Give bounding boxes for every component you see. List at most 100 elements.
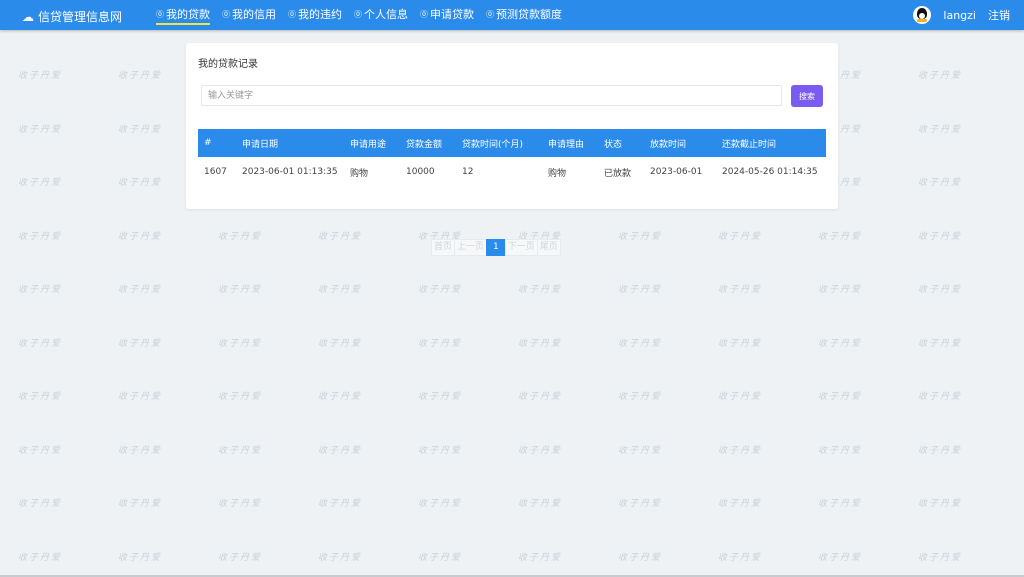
watermark-text: 收子丹爱 [218, 552, 263, 563]
next-page-button[interactable]: 下一页 [504, 239, 538, 256]
watermark-text: 收子丹爱 [718, 445, 763, 456]
nav-item-apply-loan[interactable]: ⓪ 申请贷款 [420, 0, 474, 30]
watermark-text: 收子丹爱 [218, 499, 263, 509]
watermark-text: 收子丹爱 [918, 71, 963, 81]
watermark-text: 收子丹爱 [118, 499, 163, 509]
top-navbar: ☁ 信贷管理信息网 ⓪ 我的贷款 ⓪ 我的信用 ⓪ 我的违约 ⓪ 个人信息 ⓪ 申请贷款 … [0, 0, 1024, 30]
watermark-text: 收子丹爱 [918, 552, 963, 563]
watermark-text: 收子丹爱 [618, 552, 663, 563]
watermark-text: 收子丹爱 [818, 499, 863, 509]
watermark-text: 收子丹爱 [118, 552, 163, 563]
watermark-text: 收子丹爱 [718, 231, 763, 242]
watermark-text: 收子丹爱 [18, 285, 63, 295]
table-cell: 2024-05-26 01:14:35 [722, 167, 818, 177]
watermark-text: 收子丹爱 [718, 392, 763, 402]
circle-icon: ⓪ [420, 10, 428, 19]
watermark-text: 收子丹爱 [318, 285, 363, 295]
watermark-text: 收子丹爱 [318, 231, 363, 242]
nav-item-profile[interactable]: ⓪ 个人信息 [354, 0, 408, 30]
col-header: # [198, 129, 236, 157]
watermark-text: 收子丹爱 [918, 231, 963, 242]
watermark-text: 收子丹爱 [418, 285, 463, 295]
watermark-text: 收子丹爱 [218, 392, 263, 402]
watermark-text: 收子丹爱 [118, 124, 163, 135]
nav-item-predict-limit[interactable]: ⓪ 预测贷款额度 [486, 0, 562, 30]
nav-item-my-defaults[interactable]: ⓪ 我的违约 [288, 0, 342, 30]
watermark-text: 收子丹爱 [818, 445, 863, 456]
watermark-text: 收子丹爱 [318, 552, 363, 563]
nav-item-my-credit[interactable]: ⓪ 我的信用 [222, 0, 276, 30]
watermark-text: 收子丹爱 [618, 392, 663, 402]
table-cell: 2023-06-01 01:13:35 [242, 167, 338, 177]
watermark-text: 收子丹爱 [418, 445, 463, 456]
watermark-text: 收子丹爱 [918, 445, 963, 456]
watermark-text: 收子丹爱 [18, 552, 63, 563]
watermark-text: 收子丹爱 [218, 338, 263, 349]
col-header: 申请理由 [542, 129, 598, 157]
circle-icon: ⓪ [486, 10, 494, 19]
watermark-text: 收子丹爱 [918, 392, 963, 402]
watermark-text: 收子丹爱 [118, 231, 163, 242]
watermark-text: 收子丹爱 [218, 231, 263, 242]
user-area: langzi 注销 [913, 0, 1010, 30]
table-row: 1607 2023-06-01 01:13:35 购物 10000 12 购物 … [198, 157, 826, 187]
circle-icon: ⓪ [354, 10, 362, 19]
watermark-text: 收子丹爱 [518, 445, 563, 456]
watermark-text: 收子丹爱 [318, 392, 363, 402]
current-page[interactable]: 1 [486, 239, 506, 256]
watermark-text: 收子丹爱 [718, 499, 763, 509]
prev-page-button[interactable]: 上一页 [454, 239, 488, 256]
table-cell: 1607 [204, 167, 227, 177]
watermark-text: 收子丹爱 [618, 231, 663, 242]
watermark-text: 收子丹爱 [18, 231, 63, 242]
table-cell: 购物 [548, 168, 567, 179]
watermark-text: 收子丹爱 [818, 552, 863, 563]
watermark-text: 收子丹爱 [818, 285, 863, 295]
watermark-text: 收子丹爱 [218, 445, 263, 456]
watermark-text: 收子丹爱 [18, 178, 63, 188]
watermark-text: 收子丹爱 [618, 499, 663, 509]
table-cell: 10000 [406, 167, 435, 177]
watermark-text: 收子丹爱 [18, 445, 63, 456]
watermark-text: 收子丹爱 [18, 124, 63, 135]
avatar[interactable] [913, 6, 932, 24]
username[interactable]: langzi [943, 9, 976, 22]
circle-icon: ⓪ [156, 10, 164, 19]
last-page-button[interactable]: 尾页 [536, 239, 561, 256]
watermark-text: 收子丹爱 [618, 445, 663, 456]
loan-table: # 申请日期 申请用途 贷款金额 贷款时间(个月) 申请理由 状态 放款时间 还… [198, 129, 826, 187]
card-title: 我的贷款记录 [198, 59, 258, 70]
watermark-text: 收子丹爱 [318, 445, 363, 456]
watermark-text: 收子丹爱 [418, 552, 463, 563]
logout-link[interactable]: 注销 [988, 7, 1010, 23]
watermark-text: 收子丹爱 [418, 499, 463, 509]
watermark-text: 收子丹爱 [918, 178, 963, 188]
col-header: 贷款时间(个月) [456, 129, 542, 157]
watermark-text: 收子丹爱 [918, 499, 963, 509]
watermark-text: 收子丹爱 [818, 338, 863, 349]
watermark-text: 收子丹爱 [118, 338, 163, 349]
search-input[interactable] [201, 85, 782, 106]
circle-icon: ⓪ [288, 10, 296, 19]
watermark-text: 收子丹爱 [918, 338, 963, 349]
loan-records-card: 我的贷款记录 搜索 # 申请日期 申请用途 贷款金额 贷款时间(个月) 申请理由… [186, 43, 838, 209]
watermark-text: 收子丹爱 [118, 285, 163, 295]
pagination: 首页 上一页 1 下一页 尾页 [431, 239, 561, 256]
watermark-text: 收子丹爱 [318, 338, 363, 349]
search-button[interactable]: 搜索 [791, 85, 823, 107]
first-page-button[interactable]: 首页 [431, 239, 456, 256]
table-cell: 购物 [350, 168, 369, 179]
circle-icon: ⓪ [222, 10, 230, 19]
col-header: 申请用途 [344, 129, 400, 157]
watermark-text: 收子丹爱 [518, 392, 563, 402]
watermark-text: 收子丹爱 [18, 338, 63, 349]
brand-title: 信贷管理信息网 [38, 10, 123, 24]
table-header-row: # 申请日期 申请用途 贷款金额 贷款时间(个月) 申请理由 状态 放款时间 还… [198, 129, 826, 157]
watermark-text: 收子丹爱 [518, 552, 563, 563]
watermark-text: 收子丹爱 [418, 338, 463, 349]
brand[interactable]: ☁ 信贷管理信息网 [22, 8, 122, 25]
watermark-text: 收子丹爱 [618, 338, 663, 349]
watermark-text: 收子丹爱 [18, 392, 63, 402]
nav-item-my-loans[interactable]: ⓪ 我的贷款 [156, 0, 210, 30]
watermark-text: 收子丹爱 [718, 552, 763, 563]
